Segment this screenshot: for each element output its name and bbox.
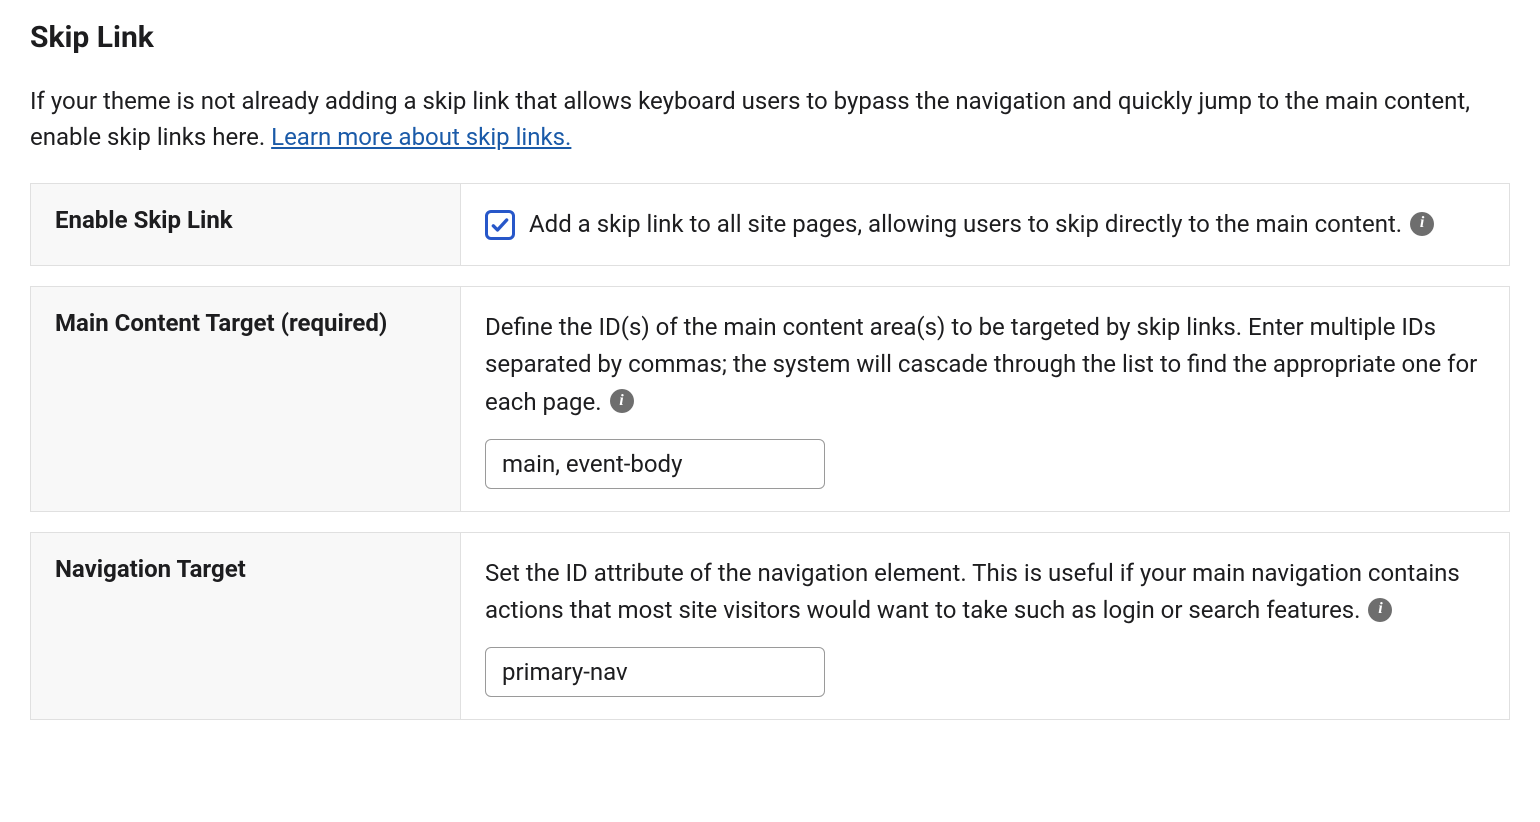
content-enable-skip-link: Add a skip link to all site pages, allow… [461, 184, 1509, 265]
check-icon [490, 215, 510, 235]
section-title: Skip Link [30, 20, 1510, 55]
section-description: If your theme is not already adding a sk… [30, 83, 1510, 155]
info-icon[interactable]: i [610, 389, 634, 413]
label-enable-skip-link: Enable Skip Link [31, 184, 461, 265]
content-navigation-target: Set the ID attribute of the navigation e… [461, 533, 1509, 719]
enable-skip-link-text: Add a skip link to all site pages, allow… [529, 206, 1485, 243]
learn-more-link[interactable]: Learn more about skip links. [271, 123, 571, 151]
row-enable-skip-link: Enable Skip Link Add a skip link to all … [30, 183, 1510, 266]
enable-skip-link-checkbox[interactable] [485, 210, 515, 240]
content-main-content-target: Define the ID(s) of the main content are… [461, 287, 1509, 511]
section-description-text: If your theme is not already adding a sk… [30, 87, 1470, 151]
label-main-content-target: Main Content Target (required) [31, 287, 461, 511]
main-content-target-description: Define the ID(s) of the main content are… [485, 313, 1477, 415]
label-navigation-target: Navigation Target [31, 533, 461, 719]
row-navigation-target: Navigation Target Set the ID attribute o… [30, 532, 1510, 720]
navigation-target-input[interactable] [485, 647, 825, 697]
navigation-target-description: Set the ID attribute of the navigation e… [485, 559, 1460, 624]
info-icon[interactable]: i [1368, 598, 1392, 622]
row-main-content-target: Main Content Target (required) Define th… [30, 286, 1510, 512]
main-content-target-input[interactable] [485, 439, 825, 489]
enable-skip-link-description: Add a skip link to all site pages, allow… [529, 210, 1402, 238]
info-icon[interactable]: i [1410, 212, 1434, 236]
